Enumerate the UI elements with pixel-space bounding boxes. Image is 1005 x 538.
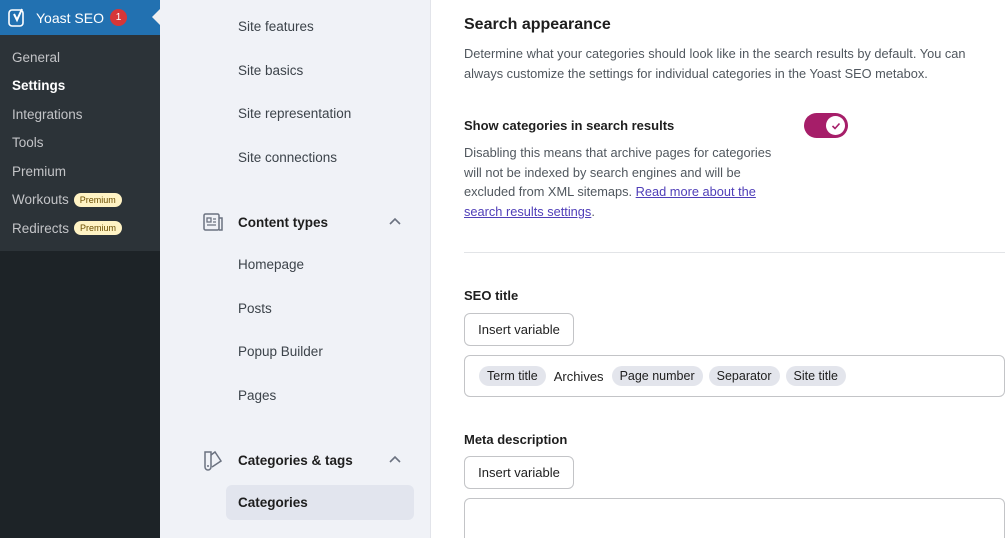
- submenu-label: Premium: [12, 163, 67, 179]
- categories-tags-icon: [204, 450, 223, 471]
- nav-group-categories-tags[interactable]: Categories & tags: [202, 449, 402, 471]
- nav-site-representation[interactable]: Site representation: [238, 106, 351, 121]
- premium-badge: Premium: [73, 192, 122, 207]
- submenu-label: Settings: [12, 78, 66, 94]
- meta-description-editor[interactable]: [464, 498, 1005, 538]
- seo-title-label: SEO title: [464, 288, 519, 303]
- submenu-redirects[interactable]: Redirects Premium: [0, 214, 160, 243]
- yoast-submenu: General Settings Integrations Tools Prem…: [0, 35, 160, 251]
- submenu-premium[interactable]: Premium: [0, 157, 160, 186]
- submenu-label: General: [12, 49, 61, 65]
- seo-title-editor[interactable]: Term title Archives Page number Separato…: [464, 355, 1005, 397]
- nav-site-features[interactable]: Site features: [238, 19, 314, 34]
- categories-tags-label: Categories & tags: [238, 452, 353, 468]
- premium-badge: Premium: [74, 221, 123, 236]
- chevron-up-icon[interactable]: [388, 453, 402, 467]
- submenu-workouts[interactable]: Workouts Premium: [0, 186, 160, 215]
- section-description: Determine what your categories should lo…: [464, 46, 966, 81]
- submenu-general[interactable]: General: [0, 43, 160, 72]
- nav-posts[interactable]: Posts: [238, 301, 272, 316]
- nav-site-connections[interactable]: Site connections: [238, 150, 337, 165]
- nav-site-basics[interactable]: Site basics: [238, 63, 303, 78]
- section-divider: [464, 252, 1005, 253]
- notification-badge: 1: [109, 9, 127, 26]
- submenu-settings[interactable]: Settings: [0, 72, 160, 101]
- show-in-search-toggle[interactable]: [804, 113, 848, 138]
- submenu-label: Redirects: [12, 220, 70, 236]
- toggle-description: Disabling this means that archive pages …: [464, 143, 782, 221]
- toggle-label: Show categories in search results: [464, 118, 675, 133]
- wp-admin-sidebar: Yoast SEO 1 General Settings Integration…: [0, 0, 160, 538]
- meta-description-label: Meta description: [464, 432, 568, 447]
- nav-popup-builder[interactable]: Popup Builder: [238, 344, 323, 359]
- yoast-menu-item[interactable]: Yoast SEO 1: [0, 0, 160, 35]
- variable-chip-separator: Separator: [708, 366, 780, 386]
- submenu-label: Integrations: [12, 106, 83, 122]
- submenu-label: Tools: [12, 135, 44, 151]
- toggle-knob: [826, 116, 845, 135]
- nav-categories[interactable]: Categories: [226, 485, 414, 520]
- submenu-label: Workouts: [12, 192, 69, 208]
- yoast-menu-title: Yoast SEO: [36, 9, 104, 26]
- chevron-up-icon[interactable]: [388, 215, 402, 229]
- nav-group-content-types[interactable]: Content types: [202, 211, 402, 233]
- section-heading: Search appearance: [464, 16, 611, 33]
- nav-pages[interactable]: Pages: [238, 388, 276, 403]
- seo-title-insert-variable-button[interactable]: Insert variable: [464, 313, 574, 346]
- checkmark-icon: [831, 122, 840, 130]
- toggle-description-suffix: .: [591, 203, 595, 219]
- content-types-label: Content types: [238, 214, 329, 230]
- main-content: Search appearance Determine what your ca…: [432, 0, 1005, 538]
- variable-chip-term-title: Term title: [479, 366, 546, 386]
- variable-chip-page-number: Page number: [611, 366, 703, 386]
- variable-chip-site-title: Site title: [785, 366, 846, 386]
- content-types-icon: [203, 213, 223, 231]
- nav-homepage[interactable]: Homepage: [238, 257, 304, 272]
- settings-navigation: Site features Site basics Site represent…: [160, 0, 431, 538]
- current-menu-arrow: [152, 9, 160, 25]
- yoast-logo-icon: [8, 8, 24, 27]
- editor-text-archives: Archives: [553, 368, 604, 384]
- submenu-tools[interactable]: Tools: [0, 129, 160, 158]
- submenu-integrations[interactable]: Integrations: [0, 100, 160, 129]
- meta-description-insert-variable-button[interactable]: Insert variable: [464, 456, 574, 489]
